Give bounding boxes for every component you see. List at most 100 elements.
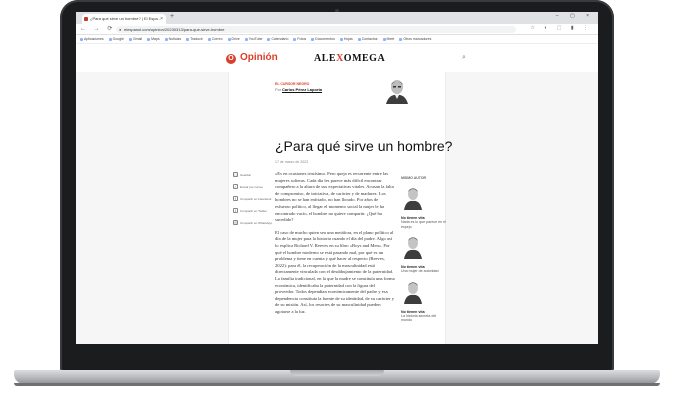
lock-icon: ●	[119, 27, 122, 32]
search-icon[interactable]: ⌕	[462, 54, 466, 62]
bookmark-label: Documentos	[315, 36, 335, 41]
share-icon: f	[233, 196, 238, 201]
bookmark-favicon-icon	[207, 37, 211, 41]
bookmark-favicon-icon	[267, 37, 271, 41]
share-icon: □	[233, 172, 238, 177]
bookmark-favicon-icon	[244, 37, 248, 41]
share-tools: □ Guardar ✓ Enviar por correo f Compartir en …	[233, 172, 273, 232]
article-body: «Es en ocasiones tristísimo. Pero queja …	[275, 171, 395, 321]
share-item[interactable]: f Compartir en Facebook	[233, 196, 273, 201]
bookmark-label: Aplicaciones	[84, 36, 104, 41]
article-date: 17 de marzo de 2023	[275, 160, 309, 164]
section-label[interactable]: Opinión	[240, 52, 278, 63]
bookmark-label: Fotos	[297, 36, 307, 41]
site-logo[interactable]: ALEXOMEGA	[314, 53, 385, 64]
bookmark-favicon-icon	[339, 37, 343, 41]
bookmark-favicon-icon	[108, 37, 112, 41]
bookmark-favicon-icon	[293, 37, 297, 41]
bookmark-item[interactable]: Gmail	[128, 35, 142, 43]
bookmark-label: Traducir	[190, 36, 203, 41]
sidebar-article-desc: Nada es lo que parece en el espejo	[401, 220, 446, 229]
sidebar-title: Mismo autor	[401, 176, 427, 180]
window-controls[interactable]: – ▢ ×	[556, 13, 594, 19]
bookmark-label: Hojas	[343, 36, 353, 41]
logo-x: X	[336, 53, 344, 64]
sidebar-article[interactable]: No tienen vita La historia secreta del mu…	[401, 280, 447, 323]
tab-title: ¿Para qué sirve un hombre? | El Espa...	[90, 16, 162, 21]
sidebar-article-desc: Una mujer de autoridad	[401, 269, 439, 274]
bookmark-item[interactable]: Calendario	[267, 35, 288, 43]
bookmark-item[interactable]: Drive	[227, 35, 240, 43]
tab-close-icon[interactable]: ×	[160, 14, 163, 24]
article-paragraph: «Es en ocasiones tristísimo. Pero queja …	[275, 171, 394, 223]
bookmark-label: Drive	[231, 36, 240, 41]
bookmark-item[interactable]: Aplicaciones	[80, 35, 104, 43]
bookmark-label: Otros marcadores	[403, 36, 432, 41]
sidebar-author-avatar	[404, 188, 422, 210]
bookmark-label: Maps	[151, 36, 160, 41]
new-tab-icon[interactable]: +	[170, 13, 174, 20]
address-bar[interactable]: ● elespanol.com/opinion/20230313/para-qu…	[116, 26, 516, 33]
author-avatar	[386, 80, 408, 104]
bookmark-item[interactable]: Meet	[382, 35, 394, 43]
bookmark-label: Noticias	[168, 36, 182, 41]
screen-bottom-bezel	[76, 344, 598, 362]
share-icon: t	[233, 208, 238, 213]
bookmark-item[interactable]: YouTube	[244, 35, 263, 43]
share-item[interactable]: ◎ Compartir en WhatsApp	[233, 220, 273, 225]
share-item[interactable]: t Compartir en Twitter	[233, 208, 273, 213]
bookmark-favicon-icon	[147, 37, 151, 41]
sidebar-author-avatar	[404, 237, 422, 260]
sidebar-author-avatar	[404, 281, 422, 304]
sidebar-article[interactable]: No tienen vita Nada es lo que parece en e…	[401, 186, 447, 229]
share-item[interactable]: ✓ Enviar por correo	[233, 184, 273, 189]
bookmark-item[interactable]: Maps	[147, 35, 160, 43]
bookmark-item[interactable]: Contactos	[357, 35, 378, 43]
bookmark-item[interactable]: Fotos	[293, 35, 306, 43]
article-headline: ¿Para qué sirve un hombre?	[275, 138, 453, 154]
share-item[interactable]: □ Guardar	[233, 172, 273, 177]
article-column: EL CURSOR NEGRO Por Carlos Pérez Laporta…	[228, 72, 453, 362]
bookmark-favicon-icon	[227, 37, 231, 41]
bookmark-item[interactable]: Noticias	[164, 35, 182, 43]
extension-icons[interactable]: ☆ ◐ ⬚ ▮ ⋮	[530, 25, 592, 31]
bookmark-item[interactable]: Traducir	[186, 35, 203, 43]
share-icon: ◎	[233, 220, 238, 225]
bookmark-item[interactable]: Documentos	[311, 35, 335, 43]
related-sidebar: Mismo autor No tienen vita Nada es lo que…	[401, 176, 447, 329]
bookmark-item[interactable]: Hojas	[339, 35, 353, 43]
share-label: Compartir en Twitter	[240, 208, 267, 213]
share-label: Compartir en Facebook	[240, 196, 272, 201]
browser-toolbar: ← → ⟳ ⌂ ● elespanol.com/opinion/20230313…	[76, 24, 598, 35]
bookmark-favicon-icon	[164, 37, 168, 41]
bookmark-label: Correo	[211, 36, 223, 41]
bookmark-favicon-icon	[80, 37, 83, 41]
sidebar-list: No tienen vita Nada es lo que parece en e…	[401, 186, 447, 323]
article-paragraph: El caso de mucho quien sea una metáfora,…	[275, 229, 395, 314]
bookmark-label: Contactos	[361, 36, 378, 41]
site-header: O Opinión ALEXOMEGA ⌕	[76, 44, 598, 72]
bookmark-item[interactable]: Otros marcadores	[399, 35, 431, 43]
bookmark-item[interactable]: Google	[108, 35, 124, 43]
sidebar-article[interactable]: No tienen vita Una mujer de autoridad	[401, 235, 447, 274]
laptop-notch	[290, 370, 384, 376]
opinion-section-icon[interactable]: O	[226, 54, 236, 64]
author-link[interactable]: Carlos Pérez Laporta	[282, 87, 322, 92]
bookmark-favicon-icon	[186, 37, 190, 41]
bookmark-item[interactable]: Correo	[207, 35, 223, 43]
browser-tab-bar: ¿Para qué sirve un hombre? | El Espa... …	[76, 12, 598, 24]
bookmark-favicon-icon	[382, 37, 386, 41]
logo-right: OMEGA	[343, 53, 386, 64]
byline-prefix: Por	[275, 87, 282, 92]
bookmark-label: Google	[112, 36, 124, 41]
bookmarks-bar: Aplicaciones Google Gmail Maps Noticias Tradu…	[76, 35, 598, 44]
bookmark-label: YouTube	[248, 36, 263, 41]
article-kicker[interactable]: EL CURSOR NEGRO	[275, 82, 309, 86]
url-text: elespanol.com/opinion/20230313/para-que-…	[124, 27, 225, 32]
share-icon: ✓	[233, 184, 238, 189]
bookmark-favicon-icon	[128, 37, 132, 41]
bookmark-label: Calendario	[271, 36, 289, 41]
laptop-base-edge	[14, 383, 660, 386]
bookmark-favicon-icon	[311, 37, 315, 41]
browser-tab[interactable]: ¿Para qué sirve un hombre? | El Espa... …	[82, 14, 166, 24]
